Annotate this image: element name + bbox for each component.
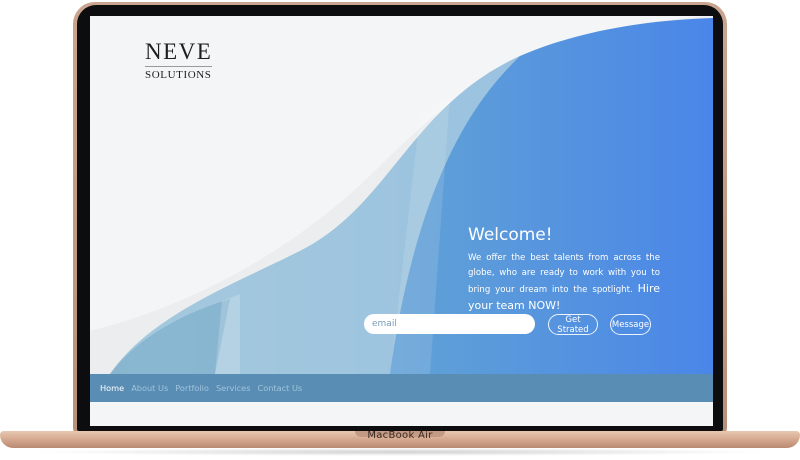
laptop-shadow [30, 448, 770, 456]
nav-item-home[interactable]: Home [100, 383, 124, 393]
website-screen: NEVE SOLUTIONS Welcome! We offer the bes… [90, 16, 713, 426]
hero-body: We offer the best talents from across th… [468, 253, 660, 295]
get-started-button[interactable]: Get Strated [548, 314, 598, 335]
nav-item-services[interactable]: Services [216, 383, 251, 393]
nav-list: Home About Us Portfolio Services Contact… [90, 374, 713, 402]
hero-content: Welcome! We offer the best talents from … [468, 225, 660, 315]
message-button[interactable]: Message [610, 314, 651, 335]
nav-item-contact[interactable]: Contact Us [257, 383, 302, 393]
nav-bar: Home About Us Portfolio Services Contact… [90, 374, 713, 402]
nav-item-portfolio[interactable]: Portfolio [175, 383, 209, 393]
footer-strip [90, 402, 713, 426]
logo-title: NEVE [145, 40, 213, 67]
hero-text: We offer the best talents from across th… [468, 251, 660, 315]
nav-item-about[interactable]: About Us [131, 383, 168, 393]
logo-subtitle: SOLUTIONS [145, 69, 212, 81]
site-logo[interactable]: NEVE SOLUTIONS [145, 40, 213, 81]
email-field[interactable] [364, 314, 535, 334]
hero-heading: Welcome! [468, 225, 553, 245]
device-label: MacBook Air [367, 430, 433, 441]
